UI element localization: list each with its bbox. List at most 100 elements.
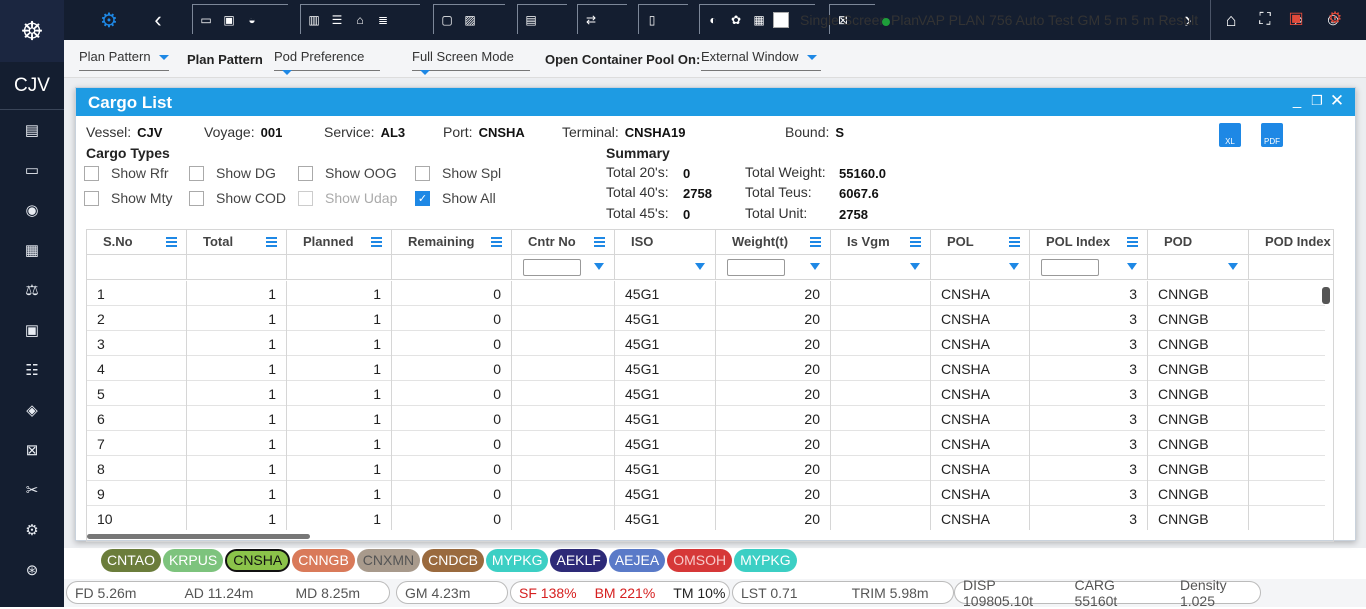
filter-icon[interactable] bbox=[1127, 263, 1137, 270]
filter-icon[interactable] bbox=[594, 263, 604, 270]
close-icon[interactable]: ✕ bbox=[1328, 91, 1346, 111]
table-row[interactable]: 8 1 1 0 45G1 20 CNSHA 3 CNNGB bbox=[87, 456, 1325, 481]
column-menu-icon[interactable] bbox=[266, 237, 277, 247]
port-chip[interactable]: CNTAO bbox=[101, 549, 161, 572]
show-rfr-checkbox[interactable]: Show Rfr bbox=[84, 165, 169, 181]
horizontal-scrollbar[interactable] bbox=[87, 534, 310, 539]
home-icon[interactable]: ⌂ bbox=[1220, 6, 1242, 34]
table-row[interactable]: 1 1 1 0 45G1 20 CNSHA 3 CNNGB bbox=[87, 281, 1325, 306]
container-pool-dropdown[interactable]: External Window bbox=[701, 49, 821, 71]
column-menu-icon[interactable] bbox=[1009, 237, 1020, 247]
user-save-icon[interactable]: ◒ bbox=[245, 13, 259, 27]
export-pdf-icon[interactable]: PDF bbox=[1261, 123, 1283, 147]
column-menu-icon[interactable] bbox=[166, 237, 177, 247]
port-chip[interactable]: AEKLF bbox=[550, 549, 607, 572]
table-row[interactable]: 5 1 1 0 45G1 20 CNSHA 3 CNNGB bbox=[87, 381, 1325, 406]
document-nav-icon[interactable]: ▤ bbox=[0, 110, 64, 150]
grid-icon[interactable]: ▦ bbox=[752, 13, 766, 27]
diamond-nav-icon[interactable]: ◈ bbox=[0, 390, 64, 430]
show-cod-checkbox[interactable]: Show COD bbox=[189, 190, 286, 206]
gallery-icon[interactable]: ▣ bbox=[1285, 8, 1307, 30]
port-chip[interactable]: MYPKG bbox=[485, 549, 549, 572]
stow-nav-icon[interactable]: ⊠ bbox=[0, 430, 64, 470]
column-header[interactable]: Weight(t) bbox=[716, 230, 831, 255]
column-header[interactable]: POD bbox=[1148, 230, 1249, 255]
show-spl-checkbox[interactable]: Show Spl bbox=[415, 165, 501, 181]
layout-icon[interactable]: ▥ bbox=[307, 13, 321, 27]
folder-open-icon[interactable]: ▭ bbox=[199, 13, 213, 27]
swap-icon[interactable]: ⇄ bbox=[584, 13, 598, 27]
column-header[interactable]: POL Index bbox=[1030, 230, 1148, 255]
column-menu-icon[interactable] bbox=[371, 237, 382, 247]
port-chip[interactable]: CNSHA bbox=[225, 549, 291, 572]
port-chip[interactable]: MYPKG bbox=[734, 549, 797, 572]
show-all-checkbox[interactable]: ✓ Show All bbox=[415, 190, 496, 206]
column-menu-icon[interactable] bbox=[491, 237, 502, 247]
monitor-nav-icon[interactable]: ▭ bbox=[0, 150, 64, 190]
table-row[interactable]: 3 1 1 0 45G1 20 CNSHA 3 CNNGB bbox=[87, 331, 1325, 356]
fullscreen-icon[interactable]: ⛶ bbox=[1254, 6, 1276, 34]
pod-preference-dropdown[interactable]: Pod Preference bbox=[274, 49, 380, 76]
column-header[interactable]: Is Vgm bbox=[831, 230, 931, 255]
export-excel-icon[interactable]: XL bbox=[1219, 123, 1241, 147]
column-filter-input[interactable] bbox=[1041, 259, 1099, 276]
settings-gear-icon[interactable]: ⚙ bbox=[96, 6, 122, 34]
column-filter-input[interactable] bbox=[523, 259, 581, 276]
filter-icon[interactable] bbox=[695, 263, 705, 270]
bar-chart-icon[interactable]: ▤ bbox=[524, 13, 538, 27]
vertical-scrollbar[interactable] bbox=[1322, 287, 1330, 304]
back-chevron-icon[interactable]: ‹ bbox=[148, 6, 168, 34]
column-menu-icon[interactable] bbox=[1127, 237, 1138, 247]
column-header[interactable]: Cntr No bbox=[512, 230, 615, 255]
plan-pattern-dropdown[interactable]: Plan Pattern bbox=[79, 49, 169, 71]
show-dg-checkbox[interactable]: Show DG bbox=[189, 165, 276, 181]
port-chip[interactable]: CNDCB bbox=[422, 549, 484, 572]
column-header[interactable]: Total bbox=[187, 230, 287, 255]
sliders-nav-icon[interactable]: ☷ bbox=[0, 350, 64, 390]
stack-icon[interactable]: ≣ bbox=[376, 13, 390, 27]
port-chip[interactable]: CNNGB bbox=[292, 549, 355, 572]
column-header[interactable]: POD Index bbox=[1249, 230, 1333, 255]
settings-nav-icon[interactable]: ⚙ bbox=[0, 510, 64, 550]
show-mty-checkbox[interactable]: Show Mty bbox=[84, 190, 172, 206]
restore-icon[interactable]: ❐ bbox=[1308, 93, 1326, 109]
monitor-icon[interactable]: ▢ bbox=[440, 13, 454, 27]
image-icon[interactable]: ▨ bbox=[463, 13, 477, 27]
table-row[interactable]: 4 1 1 0 45G1 20 CNSHA 3 CNNGB bbox=[87, 356, 1325, 381]
table-row[interactable]: 10 1 1 0 45G1 20 CNSHA 3 CNNGB bbox=[87, 506, 1325, 530]
table-row[interactable]: 9 1 1 0 45G1 20 CNSHA 3 CNNGB bbox=[87, 481, 1325, 506]
scale-nav-icon[interactable]: ⚖ bbox=[0, 270, 64, 310]
tools-nav-icon[interactable]: ✂ bbox=[0, 470, 64, 510]
full-screen-mode-dropdown[interactable]: Full Screen Mode bbox=[412, 49, 530, 76]
table-row[interactable]: 2 1 1 0 45G1 20 CNSHA 3 CNNGB bbox=[87, 306, 1325, 331]
column-header[interactable]: POL bbox=[931, 230, 1030, 255]
column-header[interactable]: S.No bbox=[87, 230, 187, 255]
table-row[interactable]: 6 1 1 0 45G1 20 CNSHA 3 CNNGB bbox=[87, 406, 1325, 431]
palette-icon[interactable]: ✿ bbox=[729, 13, 743, 27]
column-header[interactable]: Planned bbox=[287, 230, 392, 255]
save-icon[interactable]: ▣ bbox=[222, 13, 236, 27]
port-chip[interactable]: OMSOH bbox=[667, 549, 733, 572]
show-oog-checkbox[interactable]: Show OOG bbox=[298, 165, 397, 181]
crane-icon[interactable]: ⌂ bbox=[353, 13, 367, 27]
port-chip[interactable]: CNXMN bbox=[356, 549, 421, 572]
column-menu-icon[interactable] bbox=[594, 237, 605, 247]
filter-icon[interactable] bbox=[1009, 263, 1019, 270]
port-chip[interactable]: KRPUS bbox=[162, 549, 224, 572]
filter-icon[interactable] bbox=[910, 263, 920, 270]
table-row[interactable]: 7 1 1 0 45G1 20 CNSHA 3 CNNGB bbox=[87, 431, 1325, 456]
play-settings-icon[interactable]: ⚙ bbox=[1324, 8, 1346, 30]
chart-nav-icon[interactable]: ▣ bbox=[0, 310, 64, 350]
eye-nav-icon[interactable]: ◉ bbox=[0, 190, 64, 230]
help-nav-icon[interactable]: ⊛ bbox=[0, 550, 64, 590]
list-nav-icon[interactable]: ▦ bbox=[0, 230, 64, 270]
filter-icon[interactable] bbox=[1228, 263, 1238, 270]
minimize-icon[interactable]: _ bbox=[1288, 92, 1306, 109]
port-chip[interactable]: AEJEA bbox=[608, 549, 666, 572]
column-menu-icon[interactable] bbox=[910, 237, 921, 247]
contrast-icon[interactable]: ◐ bbox=[706, 13, 720, 27]
filter-icon[interactable] bbox=[810, 263, 820, 270]
column-menu-icon[interactable] bbox=[810, 237, 821, 247]
column-header[interactable]: Remaining bbox=[392, 230, 512, 255]
rows-icon[interactable]: ☰ bbox=[330, 13, 344, 27]
